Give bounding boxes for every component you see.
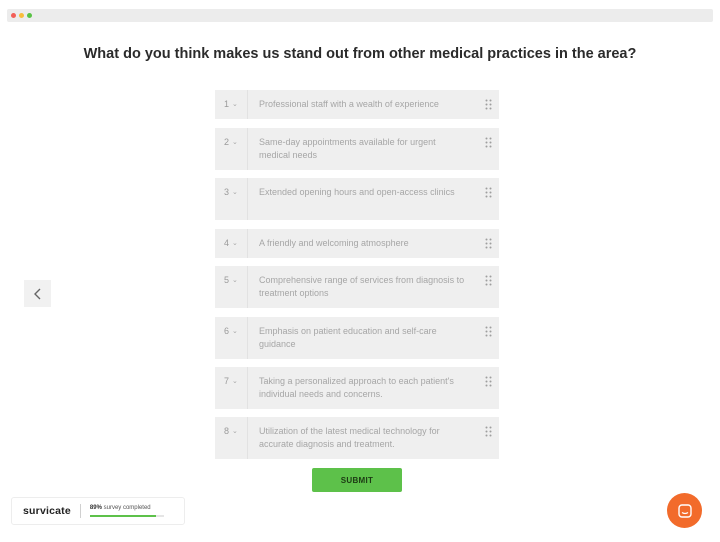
rank-item-label: Same-day appointments available for urge… [259,137,436,160]
chevron-down-icon: ⌄ [232,139,238,146]
chat-icon [677,503,692,518]
chevron-left-icon [33,288,40,299]
window-minimize-dot[interactable] [19,13,24,18]
chevron-down-icon: ⌄ [232,240,238,247]
progress-text: 89% survey completed [90,505,151,511]
rank-number: 3 [224,187,230,197]
rank-select[interactable]: 1 ⌄ [215,90,248,119]
rank-item-label: Taking a personalized approach to each p… [259,376,454,399]
drag-handle-icon[interactable] [477,266,499,286]
footer-divider [79,504,81,518]
rank-item-label: Professional staff with a wealth of expe… [259,99,439,109]
progress-track [89,515,164,517]
rank-item[interactable]: 4 ⌄ A friendly and welcoming atmosphere [215,229,499,258]
rank-number: 8 [224,426,230,436]
drag-handle-icon[interactable] [477,367,499,387]
rank-item[interactable]: 3 ⌄ Extended opening hours and open-access… [215,178,499,220]
rank-item[interactable]: 1 ⌄ Professional staff with a wealth of ex… [215,90,499,119]
chevron-down-icon: ⌄ [232,101,238,108]
rank-number: 6 [224,326,230,336]
drag-handle-icon[interactable] [477,90,499,110]
window-close-dot[interactable] [11,13,16,18]
rank-item-label: Emphasis on patient education and self-c… [259,326,437,349]
rank-select[interactable]: 8 ⌄ [215,417,248,459]
window-maximize-dot[interactable] [27,13,32,18]
rank-select[interactable]: 5 ⌄ [215,266,248,308]
chevron-down-icon: ⌄ [232,428,238,435]
rank-item[interactable]: 5 ⌄ Comprehensive range of services from d… [215,266,499,308]
rank-number: 4 [224,238,230,248]
chevron-down-icon: ⌄ [232,189,238,196]
chat-launcher-button[interactable] [667,493,702,528]
rank-number: 5 [224,275,230,285]
back-button[interactable] [24,280,51,307]
rank-item[interactable]: 8 ⌄ Utilization of the latest medical tech… [215,417,499,459]
rank-select[interactable]: 4 ⌄ [215,229,248,258]
rank-item-label: Extended opening hours and open-access c… [259,187,455,197]
rank-item-label: A friendly and welcoming atmosphere [259,238,409,248]
progress-label: survey completed [103,505,151,511]
browser-window-bar [7,9,713,22]
progress-fill [89,515,156,517]
drag-handle-icon[interactable] [477,317,499,337]
drag-handle-icon[interactable] [477,178,499,198]
rank-select[interactable]: 6 ⌄ [215,317,248,359]
progress-indicator: 89% survey completed [89,501,164,521]
rank-item-label: Comprehensive range of services from dia… [259,275,465,298]
rank-number: 2 [224,137,230,147]
rank-number: 1 [224,99,230,109]
rank-item-label: Utilization of the latest medical techno… [259,426,440,449]
rank-item[interactable]: 6 ⌄ Emphasis on patient education and self… [215,317,499,359]
submit-button[interactable]: SUBMIT [312,468,402,492]
rank-item[interactable]: 7 ⌄ Taking a personalized approach to each… [215,367,499,409]
rank-select[interactable]: 2 ⌄ [215,128,248,170]
chevron-down-icon: ⌄ [232,378,238,385]
drag-handle-icon[interactable] [477,128,499,148]
drag-handle-icon[interactable] [477,229,499,249]
rank-number: 7 [224,376,230,386]
brand-logo: survicate [23,505,71,517]
chevron-down-icon: ⌄ [232,277,238,284]
drag-handle-icon[interactable] [477,417,499,437]
chevron-down-icon: ⌄ [232,328,238,335]
progress-percent: 89% [89,505,102,511]
rank-item[interactable]: 2 ⌄ Same-day appointments available for ur… [215,128,499,170]
rank-select[interactable]: 7 ⌄ [215,367,248,409]
survey-footer: survicate 89% survey completed [11,497,185,525]
question-title: What do you think makes us stand out fro… [83,46,637,62]
rank-select[interactable]: 3 ⌄ [215,178,248,220]
